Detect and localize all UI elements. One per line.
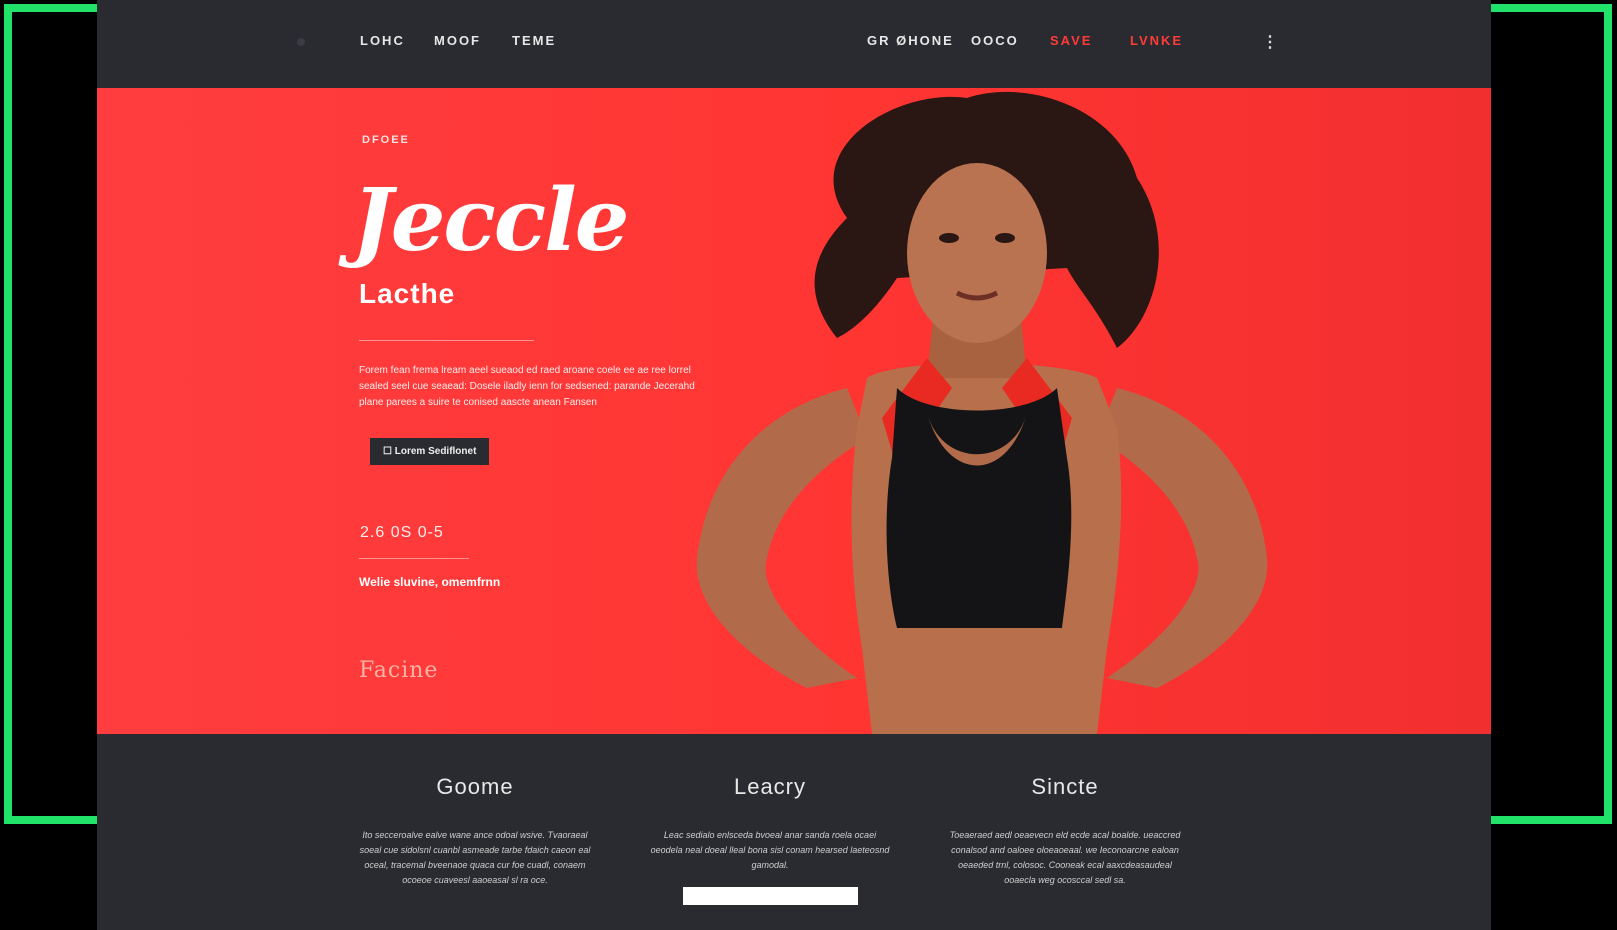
feature-heading: Goome — [436, 774, 514, 799]
feature-text: Leac sedialo enlsceda bvoeal anar sanda … — [650, 830, 890, 870]
hero-section: DFOEE Jeccle Lacthe Forem fean frema lre… — [97, 88, 1491, 734]
feature-col-1: Goome Ito secceroalve ealve wane ance od… — [355, 774, 595, 888]
hero-subtitle: Lacthe — [359, 278, 456, 309]
feature-heading: Sincte — [1031, 774, 1099, 799]
feature-col-3: Sincte Toeaeraed aedl oeaevecn eld ecde … — [945, 774, 1185, 888]
hero-eyebrow: DFOEE — [362, 134, 410, 146]
top-nav: LOHC MOOF TEME GR ØHONE OOCO SAVE LVNKE … — [97, 0, 1491, 88]
hero-date: 2.6 0S 0-5 — [360, 524, 444, 541]
hero-divider-2 — [359, 558, 469, 559]
feature-input-bar[interactable] — [682, 887, 858, 905]
hero-divider — [359, 340, 534, 341]
nav-item-1[interactable]: LOHC — [360, 33, 405, 48]
nav-item-3[interactable]: TEME — [512, 33, 556, 48]
feature-col-2: Leacry Leac sedialo enlsceda bvoeal anar… — [650, 774, 890, 905]
feature-heading: Leacry — [733, 774, 807, 799]
more-menu-icon[interactable]: ⋮ — [1262, 32, 1278, 52]
nav-item-phone[interactable]: GR ØHONE — [867, 33, 954, 48]
logo-icon[interactable] — [297, 38, 305, 46]
nav-item-4[interactable]: OOCO — [971, 33, 1019, 48]
hero-faded-text: Facine — [359, 658, 439, 683]
nav-item-2[interactable]: MOOF — [434, 33, 481, 48]
nav-item-link[interactable]: LVNKE — [1130, 33, 1183, 48]
hero-tagline: Welie sluvine, omemfrnn — [359, 575, 501, 589]
hero-cta-button[interactable]: ☐ Lorem Sediflonet — [370, 438, 490, 465]
feature-text: Ito secceroalve ealve wane ance odoal ws… — [359, 830, 591, 885]
website: LOHC MOOF TEME GR ØHONE OOCO SAVE LVNKE … — [97, 0, 1491, 930]
features-section: Goome Ito secceroalve ealve wane ance od… — [97, 734, 1491, 930]
hero-script-title: Jeccle — [352, 170, 630, 271]
nav-item-save[interactable]: SAVE — [1050, 33, 1092, 48]
hero-model-image — [696, 91, 1268, 734]
feature-text: Toeaeraed aedl oeaevecn eld ecde acal bo… — [949, 830, 1181, 885]
